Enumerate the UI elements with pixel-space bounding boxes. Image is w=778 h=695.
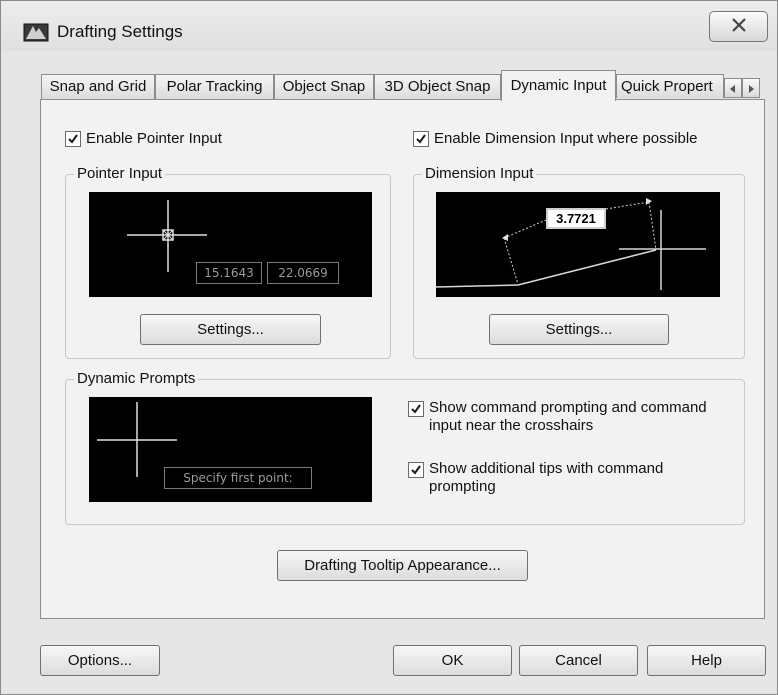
help-button[interactable]: Help: [647, 645, 766, 676]
dialog-title: Drafting Settings: [57, 22, 183, 41]
checkmark-icon: [408, 401, 424, 417]
dynamic-input-panel: Enable Pointer Input Enable Dimension In…: [40, 99, 765, 619]
pointer-input-settings-button[interactable]: Settings...: [140, 314, 321, 345]
show-additional-tips-label: Show additional tips with command prompt…: [429, 460, 664, 495]
chevron-right-icon: [747, 80, 755, 97]
enable-dimension-input-checkbox[interactable]: Enable Dimension Input where possible: [413, 130, 698, 147]
tab-3d-object-snap[interactable]: 3D Object Snap: [374, 74, 501, 99]
tab-object-snap[interactable]: Object Snap: [274, 74, 374, 99]
pointer-y-value: 22.0669: [267, 262, 339, 284]
options-button[interactable]: Options...: [40, 645, 160, 676]
dynamic-prompts-group-label: Dynamic Prompts: [74, 369, 199, 389]
drafting-settings-dialog: Drafting Settings Snap and Grid Polar Tr…: [0, 0, 778, 695]
show-command-prompting-label: Show command prompting and command input…: [429, 399, 707, 434]
dimension-input-group-label: Dimension Input: [422, 164, 537, 184]
pointer-input-group: Pointer Input 15.1643 22.0669 Settings..…: [65, 164, 391, 359]
enable-pointer-input-checkbox[interactable]: Enable Pointer Input: [65, 130, 222, 147]
dynamic-prompts-group: Dynamic Prompts Specify first point: Sho…: [65, 369, 745, 525]
close-button[interactable]: [709, 11, 768, 42]
title-bar: Drafting Settings: [1, 1, 777, 51]
enable-pointer-input-label: Enable Pointer Input: [86, 130, 222, 147]
command-prompt-preview: Specify first point:: [164, 467, 312, 489]
dimension-input-group: Dimension Input 3.7721 Settings...: [413, 164, 745, 359]
pointer-input-preview: 15.1643 22.0669: [89, 192, 372, 297]
checkmark-icon: [408, 462, 424, 478]
chevron-left-icon: [729, 80, 737, 97]
close-icon: [731, 17, 747, 36]
drafting-tooltip-appearance-button[interactable]: Drafting Tooltip Appearance...: [277, 550, 528, 581]
checkmark-icon: [65, 130, 81, 147]
cancel-button[interactable]: Cancel: [519, 645, 638, 676]
dimension-input-settings-button[interactable]: Settings...: [489, 314, 669, 345]
tab-polar-tracking[interactable]: Polar Tracking: [155, 74, 274, 99]
tab-dynamic-input[interactable]: Dynamic Input: [501, 70, 616, 101]
tab-quick-properties[interactable]: Quick Propert: [616, 74, 724, 98]
drafting-app-icon: [23, 21, 51, 43]
pointer-x-value: 15.1643: [196, 262, 262, 284]
show-command-prompting-checkbox[interactable]: Show command prompting and command input…: [408, 399, 707, 435]
ok-button[interactable]: OK: [393, 645, 512, 676]
tab-snap-and-grid[interactable]: Snap and Grid: [41, 74, 155, 99]
tab-scroll-right-button[interactable]: [742, 78, 760, 98]
dimension-value-field: 3.7721: [546, 208, 606, 229]
checkmark-icon: [413, 130, 429, 147]
show-additional-tips-checkbox[interactable]: Show additional tips with command prompt…: [408, 460, 663, 496]
pointer-input-group-label: Pointer Input: [74, 164, 166, 184]
dynamic-prompts-preview: Specify first point:: [89, 397, 372, 502]
tab-scroll-left-button[interactable]: [724, 78, 742, 98]
enable-dimension-input-label: Enable Dimension Input where possible: [434, 130, 698, 147]
dimension-input-preview: 3.7721: [436, 192, 720, 297]
